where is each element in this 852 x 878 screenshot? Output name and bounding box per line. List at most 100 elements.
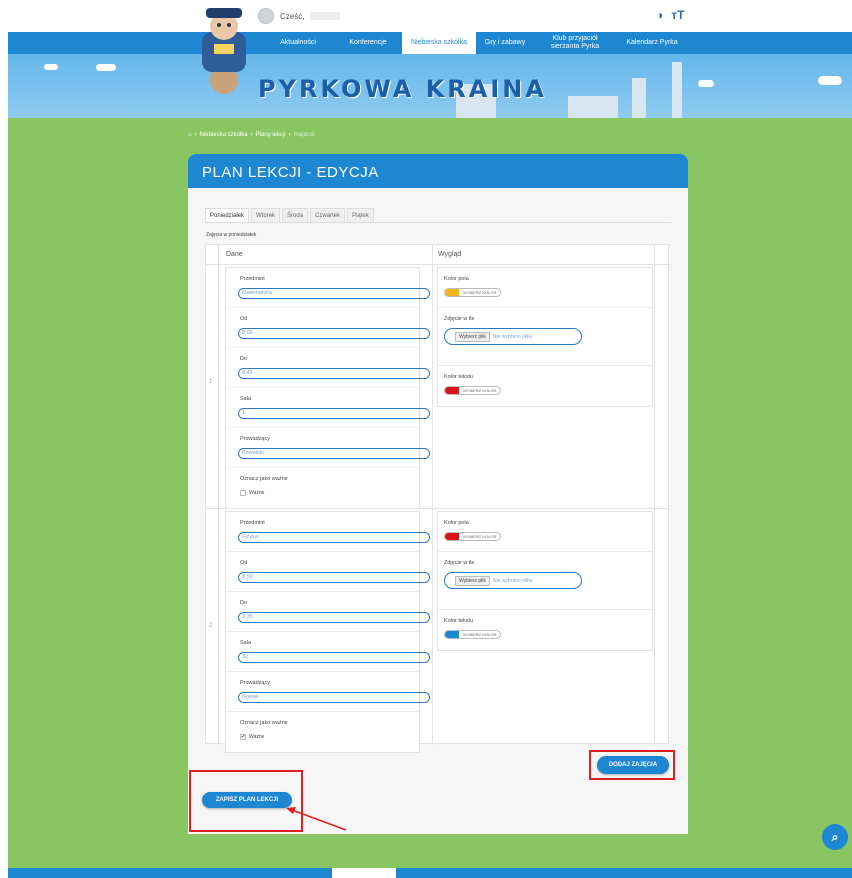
footer-tab [332,868,396,878]
lesson-2-field-color-picker[interactable]: WYBIERZ KOLOR [444,532,502,541]
lesson-2-file-input[interactable]: Wybierz plik Nie wybrano pliku [444,572,582,589]
nav-item-gry-i-zabawy[interactable]: Gry i zabawy [480,32,530,54]
from-label: Od [240,316,248,322]
cloud [96,64,116,71]
bg-image-label: Zdjęcie w tle [444,316,475,322]
user-greeting[interactable]: Cześć, [258,8,341,24]
lesson-2-subject-input[interactable]: Fizyka [238,532,430,543]
lesson-2-text-color-picker[interactable]: WYBIERZ KOLOR [444,630,502,639]
avatar [258,8,274,24]
lesson-1-room-input[interactable]: 1 [238,408,430,419]
lesson-1-from-input[interactable]: 8:00 [238,328,430,339]
lesson-1-to-input[interactable]: 8:45 [238,368,430,379]
pick-color-text: WYBIERZ KOLOR [463,632,497,637]
cloud [44,64,58,70]
divider [654,245,655,745]
lesson-1-look: Kolor pola WYBIERZ KOLOR Zdjęcie w tle W… [437,267,653,407]
teacher-label: Prowadzący [240,436,270,442]
checkbox-label: Ważne [249,734,265,740]
choose-file-button[interactable]: Wybierz plik [455,331,490,342]
no-file-text: Nie wybrano pliku [492,333,533,340]
lesson-1-important-checkbox[interactable]: Ważne [240,490,264,496]
breadcrumb-current: majacat [293,132,315,138]
row-number: 2 [209,623,213,629]
tabs-divider [205,222,671,223]
footer [8,868,852,878]
text-color-label: Kolor tekstu [444,374,474,380]
lesson-2-to-input[interactable]: 9:35 [238,612,430,623]
pick-color-text: WYBIERZ KOLOR [463,290,497,295]
color-swatch [445,289,459,296]
row-number: 1 [209,379,213,385]
tab-monday[interactable]: Poniedziałek [205,208,250,222]
contrast-icon[interactable]: ◑ [656,8,663,22]
color-swatch [445,387,459,394]
row-divider [206,508,670,509]
lesson-1-file-input[interactable]: Wybierz plik Nie wybrano pliku [444,328,582,345]
lesson-1-field-color-picker[interactable]: WYBIERZ KOLOR [444,288,502,297]
text-color-label: Kolor tekstu [444,618,474,624]
add-lesson-button[interactable]: DODAJ ZAJĘCIA [597,756,669,774]
checkbox-label: Ważne [249,490,265,496]
breadcrumb-link-szkolka[interactable]: Niebieska szkółka [200,132,248,138]
nav-item-kalendarz[interactable]: Kalendarz Pyrka [616,32,688,54]
home-icon[interactable]: ⌂ [188,132,192,138]
lesson-2-from-input[interactable]: 8:50 [238,572,430,583]
lesson-1-text-color-picker[interactable]: WYBIERZ KOLOR [444,386,502,395]
search-button[interactable]: ⌕ [822,824,848,850]
city-tower [632,78,646,118]
lesson-2-look: Kolor pola WYBIERZ KOLOR Zdjęcie w tle W… [437,511,653,651]
column-header-look: Wygląd [438,251,462,258]
save-plan-button[interactable]: ZAPISZ PLAN LEKCJI [202,792,292,808]
pick-color-text: WYBIERZ KOLOR [463,534,497,539]
tab-wednesday[interactable]: Środa [282,208,309,222]
user-name-redacted [310,12,341,20]
to-label: Do [240,356,248,362]
divider [218,245,219,745]
section-label: Zajęcia w poniedziałek [206,232,257,238]
breadcrumb: ⌂ › Niebieska szkółka › Plany lekcji › m… [188,132,315,138]
page-title: PLAN LEKCJI - EDYCJA [188,154,688,188]
top-bar: Cześć, ◑ тT [0,0,852,32]
site-logo-title[interactable]: PYRKOWA KRAINA [258,75,547,103]
choose-file-button[interactable]: Wybierz plik [455,575,490,586]
pick-color-text: WYBIERZ KOLOR [463,388,497,393]
lesson-2-teacher-input[interactable]: Nowak [238,692,430,703]
greeting-text: Cześć, [280,11,305,21]
table-header: Dane Wygląd [206,245,670,265]
nav-item-aktualnosci[interactable]: Aktualności [268,32,328,54]
nav-item-konferencje[interactable]: Konferencje [338,32,398,54]
mascot-logo[interactable] [192,2,256,98]
lesson-1-subject-input[interactable]: Matematyka [238,288,430,299]
no-file-text: Nie wybrano pliku [492,577,533,584]
cloud [818,76,842,85]
bg-image-label: Zdjęcie w tle [444,560,475,566]
search-icon: ⌕ [831,830,839,844]
lesson-2-important-checkbox[interactable]: ✔ Ważne [240,734,264,740]
color-swatch [445,631,459,638]
main-nav: Aktualności Konferencje Niebieska szkółk… [8,32,852,54]
tab-thursday[interactable]: Czwartek [310,208,346,222]
room-label: Sala [240,396,252,402]
city-building [568,96,618,118]
cloud [698,80,714,87]
checkbox-box[interactable] [240,490,246,496]
day-tabs: Poniedziałek Wtorek Środa Czwartek Piąte… [205,208,376,222]
field-color-label: Kolor pola [444,276,469,282]
subject-label: Przedmiot [240,520,265,526]
lesson-1-teacher-input[interactable]: Kowalski [238,448,430,459]
color-swatch [445,533,459,540]
site-banner: PYRKOWA KRAINA [8,54,852,118]
lesson-plan-card: PLAN LEKCJI - EDYCJA Poniedziałek Wtorek… [188,154,688,834]
lessons-table: Dane Wygląd 1 Przedmiot Matematyka Od 8:00… [205,244,670,753]
checkbox-box-checked[interactable]: ✔ [240,734,246,740]
tab-friday[interactable]: Piątek [347,208,374,222]
subject-label: Przedmiot [240,276,265,282]
breadcrumb-link-plany[interactable]: Plany lekcji [256,132,286,138]
lesson-2-room-input[interactable]: 32 [238,652,430,663]
nav-item-niebieska-szkolka[interactable]: Niebieska szkółka [402,32,476,54]
font-size-icon[interactable]: тT [671,8,684,22]
nav-item-klub-przyjaciol[interactable]: Klub przyjaciół sierżanta Pyrka [540,32,610,54]
lesson-1-data: Przedmiot Matematyka Od 8:00 Do 8:45 Sala 1 … [225,267,430,509]
tab-tuesday[interactable]: Wtorek [251,208,281,222]
